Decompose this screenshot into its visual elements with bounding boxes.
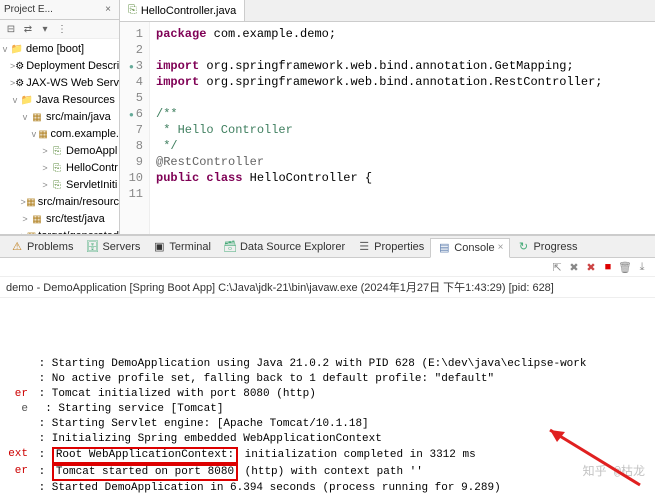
data source explorer-icon: 🗃 [223,240,237,254]
editor-tab-label: HelloController.java [141,5,236,17]
terminate-icon[interactable]: ■ [601,260,615,274]
project-tree[interactable]: v📁demo [boot]>⚙Deployment Descri>⚙JAX-WS… [0,39,119,234]
code-editor[interactable]: 1234567891011 package com.example.demo; … [120,22,655,234]
sidebar-title: Project E... [4,4,97,15]
editor-tabs: ⎘ HelloController.java [120,0,655,22]
project-explorer: Project E... × ⊟ ⇄ ▾ ⋮ v📁demo [boot]>⚙De… [0,0,120,234]
sidebar-title-bar: Project E... × [0,0,119,20]
problems-icon: ⚠ [10,240,24,254]
close-icon[interactable]: × [101,3,115,17]
tree-item[interactable]: >▦target/generated [0,228,119,234]
console-line: : Starting Servlet engine: [Apache Tomca… [2,417,653,432]
console-line: : No active profile set, falling back to… [2,372,653,387]
tab-properties[interactable]: ☰Properties [351,237,430,257]
console-output[interactable]: : Starting DemoApplication using Java 21… [0,298,655,500]
console-icon: ▤ [437,241,451,255]
tab-data-source-explorer[interactable]: 🗃Data Source Explorer [217,237,351,257]
console-line: er : Tomcat initialized with port 8080 (… [2,387,653,402]
tree-item[interactable]: >▦src/main/resourc [0,194,119,211]
java-file-icon: ⎘ [128,4,137,17]
scroll-lock-icon[interactable]: ⤓ [635,260,649,274]
tab-progress[interactable]: ↻Progress [510,237,583,257]
tree-root[interactable]: v📁demo [boot] [0,41,119,58]
bottom-pane: ⚠Problems🗄Servers▣Terminal🗃Data Source E… [0,235,655,500]
editor-tab-hellocontroller[interactable]: ⎘ HelloController.java [120,0,245,21]
menu-icon[interactable]: ⋮ [55,22,69,36]
console-line: : Starting DemoApplication using Java 21… [2,357,653,372]
bottom-tabs: ⚠Problems🗄Servers▣Terminal🗃Data Source E… [0,236,655,258]
console-line: : Started DemoApplication in 6.394 secon… [2,481,653,496]
tab-terminal[interactable]: ▣Terminal [146,237,217,257]
clear-icon[interactable]: 🗑 [618,260,632,274]
tree-item[interactable]: v▦src/main/java [0,109,119,126]
tree-item[interactable]: >⎘DemoAppl [0,143,119,160]
tree-item[interactable]: >▦src/test/java [0,211,119,228]
progress-icon: ↻ [516,240,530,254]
servers-icon: 🗄 [85,240,99,254]
tree-item[interactable]: v▦com.example. [0,126,119,143]
console-line: e : Starting service [Tomcat] [2,402,653,417]
tab-servers[interactable]: 🗄Servers [79,237,146,257]
line-gutter: 1234567891011 [120,22,150,234]
console-line: : Initializing Spring embedded WebApplic… [2,432,653,447]
filter-icon[interactable]: ▾ [38,22,52,36]
tree-item[interactable]: v📁Java Resources [0,92,119,109]
sidebar-toolbar: ⊟ ⇄ ▾ ⋮ [0,20,119,39]
console-header: demo - DemoApplication [Spring Boot App]… [0,277,655,298]
properties-icon: ☰ [357,240,371,254]
remove-launch-icon[interactable]: ✖ [567,260,581,274]
console-line: er : Tomcat started on port 8080 (http) … [2,464,653,481]
tree-item[interactable]: >⎘ServletIniti [0,177,119,194]
pin-icon[interactable]: ⇱ [550,260,564,274]
tree-item[interactable]: >⚙JAX-WS Web Servic [0,75,119,92]
editor-pane: ⎘ HelloController.java 1234567891011 pac… [120,0,655,234]
tab-console[interactable]: ▤Console× [430,238,510,258]
tab-problems[interactable]: ⚠Problems [4,237,79,257]
console-line: ext : Root WebApplicationContext: initia… [2,447,653,464]
tree-item[interactable]: >⎘HelloContr [0,160,119,177]
tree-item[interactable]: >⚙Deployment Descri [0,58,119,75]
collapse-all-icon[interactable]: ⊟ [4,22,18,36]
remove-all-icon[interactable]: ✖ [584,260,598,274]
terminal-icon: ▣ [152,240,166,254]
code-body[interactable]: package com.example.demo; import org.spr… [150,22,608,234]
link-editor-icon[interactable]: ⇄ [21,22,35,36]
close-icon[interactable]: × [498,242,504,253]
console-toolbar: ⇱ ✖ ✖ ■ 🗑 ⤓ [0,258,655,277]
